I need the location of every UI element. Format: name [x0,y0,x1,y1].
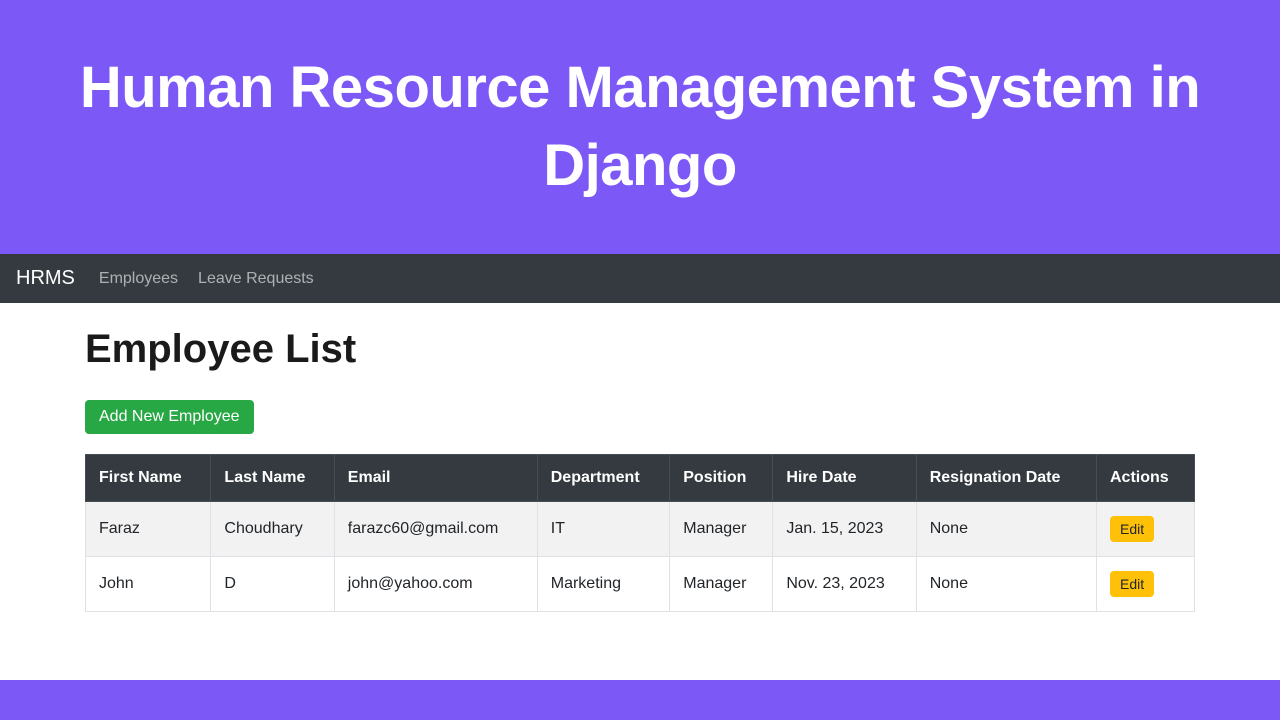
cell-position: Manager [670,502,773,557]
table-row: Faraz Choudhary farazc60@gmail.com IT Ma… [86,502,1195,557]
cell-actions: Edit [1097,502,1195,557]
cell-email: john@yahoo.com [334,557,537,612]
hero-title: Human Resource Management System in Djan… [40,49,1240,206]
hero-banner: Human Resource Management System in Djan… [0,0,1280,254]
cell-position: Manager [670,557,773,612]
nav-link-employees[interactable]: Employees [99,270,178,288]
main-content: Employee List Add New Employee First Nam… [0,303,1280,680]
cell-department: Marketing [537,557,670,612]
edit-button[interactable]: Edit [1110,571,1154,597]
col-hire-date: Hire Date [773,455,916,502]
cell-actions: Edit [1097,557,1195,612]
employee-table: First Name Last Name Email Department Po… [85,454,1195,612]
cell-resignation-date: None [916,557,1096,612]
col-actions: Actions [1097,455,1195,502]
edit-button[interactable]: Edit [1110,516,1154,542]
cell-last-name: Choudhary [211,502,334,557]
nav-link-leave-requests[interactable]: Leave Requests [198,270,314,288]
col-last-name: Last Name [211,455,334,502]
cell-resignation-date: None [916,502,1096,557]
add-employee-button[interactable]: Add New Employee [85,400,254,434]
navbar: HRMS Employees Leave Requests [0,254,1280,303]
navbar-brand[interactable]: HRMS [16,267,75,290]
footer-bar [0,680,1280,720]
col-email: Email [334,455,537,502]
col-first-name: First Name [86,455,211,502]
cell-department: IT [537,502,670,557]
col-department: Department [537,455,670,502]
cell-hire-date: Nov. 23, 2023 [773,557,916,612]
col-position: Position [670,455,773,502]
cell-email: farazc60@gmail.com [334,502,537,557]
table-row: John D john@yahoo.com Marketing Manager … [86,557,1195,612]
col-resignation-date: Resignation Date [916,455,1096,502]
cell-first-name: John [86,557,211,612]
cell-first-name: Faraz [86,502,211,557]
page-title: Employee List [85,327,1195,372]
cell-last-name: D [211,557,334,612]
cell-hire-date: Jan. 15, 2023 [773,502,916,557]
